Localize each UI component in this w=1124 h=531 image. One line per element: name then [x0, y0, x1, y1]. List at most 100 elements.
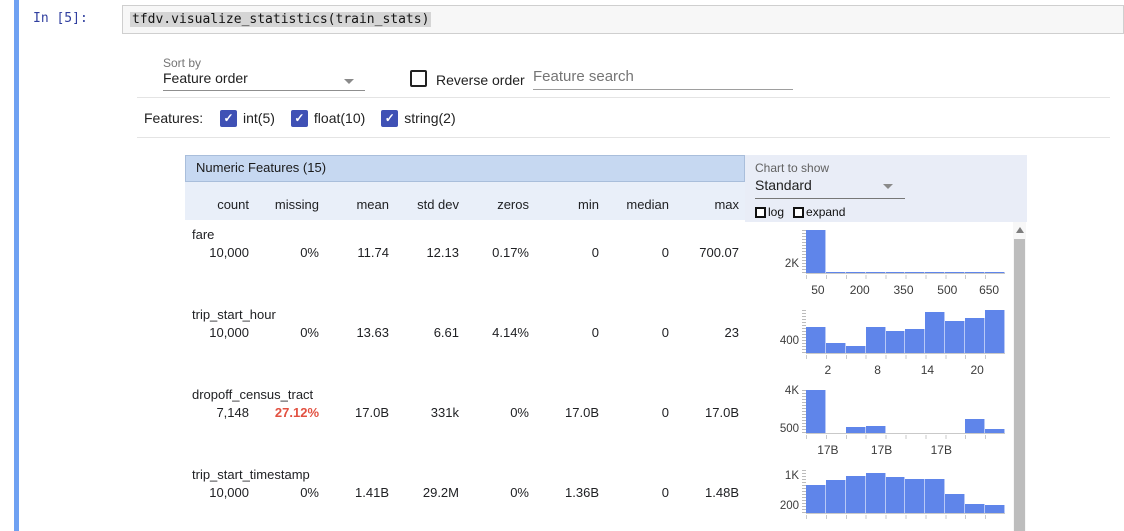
- column-header: median: [605, 197, 675, 212]
- x-axis-label: 17B: [817, 443, 838, 457]
- histogram-plot: [806, 390, 1005, 434]
- stat-value: 0: [605, 485, 675, 500]
- stat-value: 0: [605, 245, 675, 260]
- stat-value: 12.13: [395, 245, 465, 260]
- histogram-plot: [806, 310, 1005, 354]
- stat-value: 17.0B: [535, 405, 605, 420]
- log-label: log: [768, 205, 784, 219]
- stat-value: 331k: [395, 405, 465, 420]
- chevron-down-icon[interactable]: [344, 79, 354, 84]
- feature-filter-label: string(2): [404, 110, 455, 126]
- histogram-bar: [965, 419, 985, 433]
- scroll-up-icon[interactable]: [1016, 227, 1024, 233]
- stat-value: 17.0B: [675, 405, 745, 420]
- stat-value: 0%: [255, 325, 325, 340]
- stat-value: 10,000: [185, 245, 255, 260]
- histogram-bar: [806, 327, 826, 353]
- histogram-bar: [985, 505, 1005, 513]
- feature-filter-checkbox[interactable]: ✓: [291, 110, 308, 127]
- stat-value: 0.17%: [465, 245, 535, 260]
- x-axis-label: 650: [979, 283, 999, 297]
- histogram-bar: [826, 480, 846, 513]
- histogram-bar: [945, 494, 965, 513]
- stat-value: 1.41B: [325, 485, 395, 500]
- feature-filter-label: float(10): [314, 110, 365, 126]
- column-headers: countmissingmeanstd devzerosminmedianmax: [185, 182, 745, 220]
- histogram-bar: [925, 272, 945, 273]
- stat-value: 29.2M: [395, 485, 465, 500]
- x-axis-label: 350: [893, 283, 913, 297]
- stat-value: 0: [605, 405, 675, 420]
- histogram-bar: [826, 272, 846, 273]
- histogram-bar: [866, 272, 886, 273]
- cell-prompt: In [5]:: [33, 11, 88, 26]
- check-icon: ✓: [294, 112, 304, 124]
- selected-cell-marker: [14, 0, 19, 531]
- table-row: fare10,0000%11.7412.130.17%00700.07: [185, 220, 745, 300]
- reverse-order-checkbox[interactable]: [410, 70, 427, 87]
- scrollbar[interactable]: [1013, 222, 1026, 531]
- feature-name: fare: [185, 220, 745, 245]
- x-axis-label: 17B: [931, 443, 952, 457]
- y-axis-label: 200: [745, 500, 799, 512]
- code-text[interactable]: tfdv.visualize_statistics(train_stats): [130, 12, 431, 27]
- histogram-bar: [985, 429, 1005, 433]
- x-axis-ticks: [806, 435, 1005, 439]
- stat-value: 0: [605, 325, 675, 340]
- log-checkbox[interactable]: [755, 207, 766, 218]
- histogram-list: 2K502003505006504002814204K50017B17B17B1…: [745, 222, 1013, 531]
- feature-filter: ✓ int(5): [220, 110, 275, 127]
- histogram-bar: [846, 346, 866, 353]
- feature-filter-checkbox[interactable]: ✓: [381, 110, 398, 127]
- histogram-bar: [806, 390, 826, 433]
- feature-filter-label: int(5): [243, 110, 275, 126]
- histogram-bar: [925, 312, 945, 353]
- histogram-bar: [945, 272, 965, 273]
- column-header: zeros: [465, 197, 535, 212]
- x-axis-ticks: [806, 515, 1005, 519]
- table-title: Numeric Features (15): [185, 155, 745, 182]
- x-axis-ticks: [806, 275, 1005, 279]
- histogram-bar: [866, 327, 886, 353]
- statistics-panel: Numeric Features (15) countmissingmeanst…: [185, 155, 1027, 531]
- histogram-bar: [846, 427, 866, 433]
- histogram-bar: [985, 310, 1005, 353]
- y-axis-label: 500: [745, 423, 799, 435]
- table-row: trip_start_hour10,0000%13.636.614.14%002…: [185, 300, 745, 380]
- numeric-features-table: Numeric Features (15) countmissingmeanst…: [185, 155, 745, 531]
- feature-name: trip_start_timestamp: [185, 460, 745, 485]
- stat-value: 0%: [465, 405, 535, 420]
- histogram-bar: [806, 230, 826, 273]
- sort-by-dropdown[interactable]: Feature order: [163, 70, 365, 91]
- stat-value: 0: [535, 245, 605, 260]
- column-header: missing: [255, 197, 325, 212]
- column-header: std dev: [395, 197, 465, 212]
- stat-value: 1.48B: [675, 485, 745, 500]
- stat-values: 10,0000%11.7412.130.17%00700.07: [185, 245, 745, 260]
- stat-value: 23: [675, 325, 745, 340]
- table-row: dropoff_census_tract7,14827.12%17.0B331k…: [185, 380, 745, 460]
- column-header: mean: [325, 197, 395, 212]
- stat-value: 10,000: [185, 325, 255, 340]
- x-axis-label: 20: [970, 363, 983, 377]
- features-label: Features:: [144, 110, 203, 126]
- feature-name: dropoff_census_tract: [185, 380, 745, 405]
- check-icon: ✓: [223, 112, 233, 124]
- histogram-bar: [905, 272, 925, 273]
- feature-search-input[interactable]: [533, 64, 793, 90]
- x-axis-label: 200: [850, 283, 870, 297]
- histogram-bar: [905, 329, 925, 353]
- stat-value: 0: [535, 325, 605, 340]
- sort-by-label: Sort by: [163, 56, 201, 70]
- chevron-down-icon[interactable]: [883, 184, 893, 189]
- code-input-area[interactable]: tfdv.visualize_statistics(train_stats): [122, 5, 1124, 34]
- stat-value: 0%: [255, 245, 325, 260]
- x-axis-label: 8: [874, 363, 881, 377]
- feature-filter-checkbox[interactable]: ✓: [220, 110, 237, 127]
- scrollbar-thumb[interactable]: [1014, 239, 1025, 531]
- stat-value: 13.63: [325, 325, 395, 340]
- expand-checkbox[interactable]: [793, 207, 804, 218]
- expand-label: expand: [806, 205, 845, 219]
- histogram-trip_start_timestamp: 1K200: [745, 462, 1013, 531]
- feature-filter: ✓ float(10): [291, 110, 365, 127]
